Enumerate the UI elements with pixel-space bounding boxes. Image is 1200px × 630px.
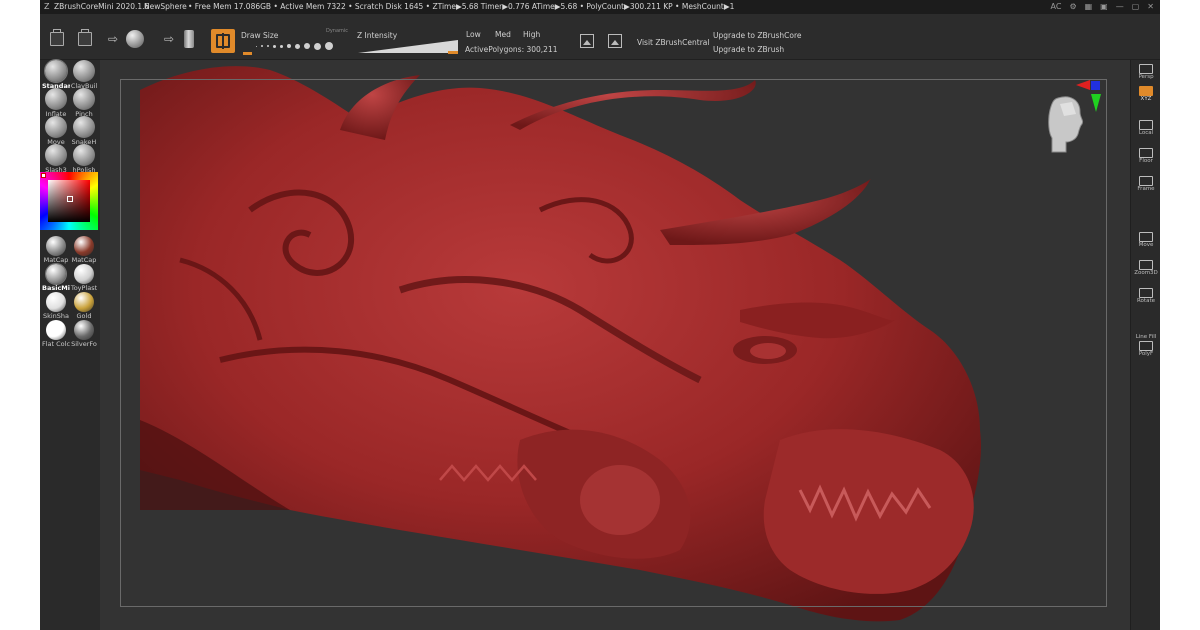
status-readout: • Free Mem 17.086GB • Active Mem 7322 • … — [188, 2, 735, 11]
layout-icon[interactable]: ▦ — [1085, 0, 1093, 14]
brush-move[interactable]: Move — [42, 116, 70, 146]
brush-thumb-icon — [73, 88, 95, 110]
grid-icon — [1139, 64, 1153, 74]
app-title: ZBrushCoreMini 2020.1.6 — [54, 2, 150, 11]
material-skinshade[interactable]: SkinSha — [42, 292, 70, 320]
right-tray: Persp XYZ Local Floor Frame Move Zoom3D — [1130, 60, 1160, 630]
brush-thumb-icon — [45, 116, 67, 138]
material-thumb-icon — [46, 236, 66, 256]
xyz-rotate-button[interactable]: XYZ — [1133, 86, 1159, 103]
axis-gizmo-icon[interactable] — [1074, 80, 1104, 116]
brush-slash3[interactable]: Slash3 — [42, 144, 70, 174]
close-icon[interactable]: ✕ — [1147, 0, 1154, 14]
material-thumb-icon — [46, 320, 66, 340]
title-bar: Z ZBrushCoreMini 2020.1.6 NewSphere • Fr… — [40, 0, 1160, 14]
material-thumb-icon — [74, 292, 94, 312]
brush-thumb-icon — [73, 60, 95, 82]
visit-zbrushcentral-link[interactable]: Visit ZBrushCentral — [637, 38, 709, 47]
active-polygons-readout: ActivePolygons: 300,211 — [465, 45, 558, 54]
top-shelf: ⇨ ⇨ Draw Size Dynamic Z Intensity Low Me… — [40, 14, 1160, 60]
draw-size-fill — [243, 52, 252, 55]
draw-size-label: Draw Size — [241, 31, 279, 40]
brush-thumb-icon — [45, 88, 67, 110]
quality-med-button[interactable]: Med — [495, 30, 511, 39]
tile-icon[interactable]: ▣ — [1100, 0, 1108, 14]
zbrush-logo-icon: Z — [44, 2, 50, 11]
floor-icon — [1139, 148, 1153, 158]
material-thumb-icon — [45, 263, 67, 285]
sphere-tool-icon[interactable] — [126, 30, 144, 48]
left-tray: Standar ClayBuil Inflate Pinch Move Snak… — [40, 59, 100, 630]
maximize-icon[interactable]: ▢ — [1132, 0, 1140, 14]
image-icon[interactable] — [580, 34, 594, 48]
export-arrow-icon[interactable]: ⇨ — [164, 32, 178, 46]
draw-mode-button[interactable] — [211, 29, 235, 53]
move-hand-icon — [1139, 232, 1153, 242]
rotate-axis-icon — [1139, 86, 1153, 96]
rotate-icon — [1139, 288, 1153, 298]
local-button[interactable]: Local — [1133, 120, 1159, 137]
brush-inflate[interactable]: Inflate — [42, 88, 70, 118]
document-name: NewSphere — [144, 2, 187, 11]
quality-low-button[interactable]: Low — [466, 30, 481, 39]
material-thumb-icon — [74, 264, 94, 284]
material-flatcolor[interactable]: Flat Colc — [42, 320, 70, 348]
rotate-view-button[interactable]: Rotate — [1133, 288, 1159, 305]
material-matcap-gray[interactable]: MatCap — [42, 236, 70, 264]
draw-size-slider[interactable] — [243, 52, 353, 55]
ac-label: AC — [1050, 2, 1062, 11]
brush-pinch[interactable]: Pinch — [70, 88, 98, 118]
upgrade-zbrush-link[interactable]: Upgrade to ZBrush — [713, 45, 784, 54]
zoom3d-button[interactable]: Zoom3D — [1133, 260, 1159, 277]
material-thumb-icon — [74, 320, 94, 340]
brush-thumb-icon — [73, 144, 95, 166]
material-toyplastic[interactable]: ToyPlast — [70, 264, 98, 292]
material-gold[interactable]: Gold — [70, 292, 98, 320]
document-icon[interactable] — [608, 34, 622, 48]
dynamic-label: Dynamic — [326, 28, 349, 34]
document-canvas[interactable] — [100, 60, 1130, 630]
zoom-icon — [1139, 260, 1153, 270]
brush-claybuildup[interactable]: ClayBuil — [70, 60, 98, 90]
polyframe-icon — [1139, 341, 1153, 351]
draw-size-presets[interactable] — [256, 42, 333, 50]
color-marker[interactable] — [67, 196, 73, 202]
brush-hpolish[interactable]: hPolish — [70, 144, 98, 174]
window-controls: AC ⚙ ▦ ▣ — ▢ ✕ — [1051, 0, 1154, 14]
material-thumb-icon — [74, 236, 94, 256]
material-matcap-red[interactable]: MatCap — [70, 236, 98, 264]
open-folder-icon[interactable] — [50, 29, 64, 46]
document-bounds-frame — [120, 79, 1107, 607]
move-view-button[interactable]: Move — [1133, 232, 1159, 249]
quality-high-button[interactable]: High — [523, 30, 540, 39]
brush-thumb-icon — [44, 59, 68, 83]
color-picker[interactable] — [40, 172, 98, 230]
frame-button[interactable]: Frame — [1133, 176, 1159, 193]
material-silverfoil[interactable]: SilverFo — [70, 320, 98, 348]
persp-button[interactable]: Persp — [1133, 64, 1159, 81]
minimize-icon[interactable]: — — [1116, 0, 1124, 14]
frame-icon — [1139, 176, 1153, 186]
floor-button[interactable]: Floor — [1133, 148, 1159, 165]
z-intensity-label: Z Intensity — [357, 31, 398, 40]
brush-thumb-icon — [45, 144, 67, 166]
z-intensity-slider[interactable] — [358, 40, 458, 54]
secondary-color-swatch[interactable] — [41, 173, 46, 178]
line-fill-button[interactable]: Line Fill PolyF — [1133, 334, 1159, 358]
brush-thumb-icon — [73, 116, 95, 138]
palette-icon[interactable]: ⚙ — [1069, 0, 1076, 14]
import-arrow-icon[interactable]: ⇨ — [108, 32, 122, 46]
zbrush-window: Z ZBrushCoreMini 2020.1.6 NewSphere • Fr… — [40, 0, 1160, 630]
material-basic[interactable]: BasicMi — [42, 263, 70, 292]
save-folder-icon[interactable] — [78, 29, 92, 46]
brush-standard[interactable]: Standar — [42, 59, 70, 90]
brush-snakehook[interactable]: SnakeH — [70, 116, 98, 146]
local-icon — [1139, 120, 1153, 130]
material-thumb-icon — [46, 292, 66, 312]
cylinder-tool-icon[interactable] — [184, 30, 194, 48]
draw-pen-icon — [216, 33, 230, 49]
upgrade-core-link[interactable]: Upgrade to ZBrushCore — [713, 31, 802, 40]
